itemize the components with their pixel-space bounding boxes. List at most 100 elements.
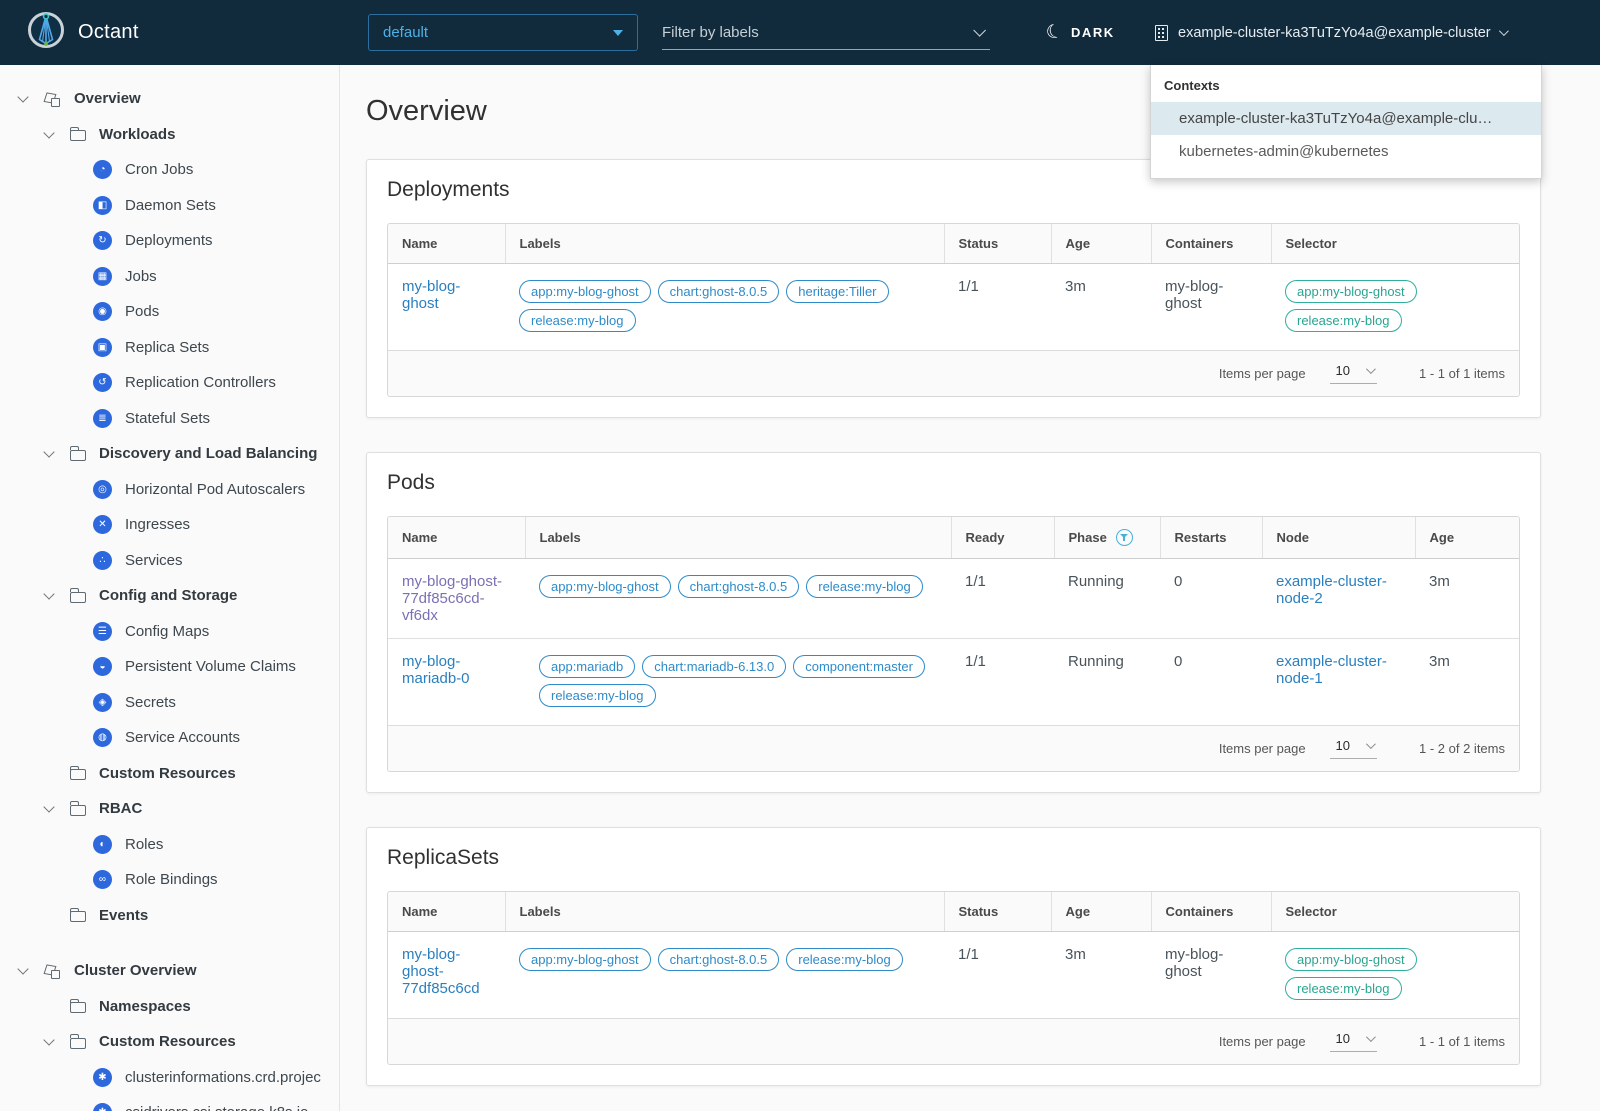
chevron-down-icon xyxy=(1498,26,1509,37)
sidebar-item-discovery-and-load-balancing[interactable]: Discovery and Load Balancing xyxy=(0,436,339,472)
sidebar-item-ingresses[interactable]: ✕ Ingresses xyxy=(0,507,339,543)
sidebar-item-label: Workloads xyxy=(99,125,176,143)
col-header-name: Name xyxy=(388,892,505,932)
filter-funnel-icon[interactable] xyxy=(1115,529,1133,546)
sidebar-item-label: Custom Resources xyxy=(99,1033,236,1051)
pvc-icon: ◒ xyxy=(93,657,112,677)
sidebar-item-label: Deployments xyxy=(125,232,213,250)
items-per-page-select[interactable]: 10 xyxy=(1329,738,1378,759)
contexts-dropdown-title: Contexts xyxy=(1164,78,1220,93)
label-tag: app:my-blog-ghost xyxy=(1285,280,1417,303)
sidebar-item-custom-resources[interactable]: Custom Resources xyxy=(0,756,339,792)
chevron-down-icon[interactable] xyxy=(43,446,55,458)
col-header-restarts: Restarts xyxy=(1159,517,1262,559)
replicaset-link[interactable]: my-blog-ghost-77df85c6cd xyxy=(402,946,480,997)
restarts-cell: 0 xyxy=(1160,558,1262,639)
context-selector[interactable]: example-cluster-ka3TuTzYo4a@example-clus… xyxy=(1155,0,1509,65)
folder-icon xyxy=(69,126,86,142)
sidebar-item-csidrivers-csi-storage-k8s-io[interactable]: ✱ csidrivers.csi.storage.k8s.io xyxy=(0,1095,339,1111)
chevron-down-icon[interactable] xyxy=(43,801,55,813)
pagination-range: 1 - 2 of 2 items xyxy=(1419,741,1505,756)
sidebar-item-config-maps[interactable]: ☰ Config Maps xyxy=(0,614,339,650)
moon-icon: ☾ xyxy=(1043,20,1066,45)
sidebar-item-namespaces[interactable]: Namespaces xyxy=(0,989,339,1025)
sidebar-item-persistent-volume-claims[interactable]: ◒ Persistent Volume Claims xyxy=(0,649,339,685)
label-filter-input[interactable] xyxy=(662,24,973,41)
sidebar-item-workloads[interactable]: Workloads xyxy=(0,117,339,153)
chevron-down-icon[interactable] xyxy=(17,963,29,975)
context-menu-item[interactable]: example-cluster-ka3TuTzYo4a@example-clu… xyxy=(1151,102,1541,135)
sidebar-item-daemon-sets[interactable]: ◧ Daemon Sets xyxy=(0,188,339,224)
sidebar-item-label: Replication Controllers xyxy=(125,374,276,392)
sidebar-item-secrets[interactable]: ◈ Secrets xyxy=(0,685,339,721)
configmap-icon: ☰ xyxy=(93,621,112,641)
sidebar-item-label: Role Bindings xyxy=(125,871,218,889)
selector-cell: app:my-blog-ghost release:my-blog xyxy=(1271,263,1519,350)
folder-icon xyxy=(69,1034,86,1049)
dark-theme-toggle[interactable]: ☾ DARK xyxy=(1043,0,1115,65)
table-footer: Items per page 10 1 - 1 of 1 items xyxy=(388,1018,1519,1064)
sidebar-item-cron-jobs[interactable]: ◔ Cron Jobs xyxy=(0,152,339,188)
table-header-row: Name Labels Ready Phase Restarts Node Ag… xyxy=(388,517,1519,559)
sidebar-item-rbac[interactable]: RBAC xyxy=(0,791,339,827)
chevron-down-icon[interactable] xyxy=(43,127,55,139)
node-link[interactable]: example-cluster-node-1 xyxy=(1276,653,1387,687)
crd-icon: ✱ xyxy=(93,1067,112,1087)
label-tag: release:my-blog xyxy=(539,684,656,707)
labels-cell: app:my-blog-ghost chart:ghost-8.0.5 releas… xyxy=(505,931,944,1018)
items-per-page-label: Items per page xyxy=(1218,741,1306,756)
pod-link[interactable]: my-blog-mariadb-0 xyxy=(402,653,470,687)
sidebar-item-cluster-overview[interactable]: Cluster Overview xyxy=(0,953,339,989)
node-link[interactable]: example-cluster-node-2 xyxy=(1276,573,1387,607)
table-header-row: Name Labels Status Age Containers Select… xyxy=(388,892,1519,932)
pods-card: Pods Name Labels Ready Phase Restarts No… xyxy=(366,452,1541,793)
sidebar-item-label: Custom Resources xyxy=(99,764,236,782)
sidebar-item-stateful-sets[interactable]: ≣ Stateful Sets xyxy=(0,401,339,437)
sidebar-item-service-accounts[interactable]: ◍ Service Accounts xyxy=(0,720,339,756)
items-per-page-label: Items per page xyxy=(1218,366,1306,381)
sidebar-item-config-and-storage[interactable]: Config and Storage xyxy=(0,578,339,614)
sidebar-item-horizontal-pod-autoscalers[interactable]: ◎ Horizontal Pod Autoscalers xyxy=(0,472,339,508)
sidebar-item-label: Cluster Overview xyxy=(74,962,197,980)
items-per-page-select[interactable]: 10 xyxy=(1329,363,1378,384)
cronjob-icon: ◔ xyxy=(93,160,112,180)
sidebar-item-label: csidrivers.csi.storage.k8s.io xyxy=(125,1104,308,1111)
sidebar-item-clusterinformations-crd-projec[interactable]: ✱ clusterinformations.crd.projec xyxy=(0,1060,339,1096)
chevron-down-icon[interactable] xyxy=(43,588,55,600)
sidebar-item-pods[interactable]: ◉ Pods xyxy=(0,294,339,330)
items-per-page-select[interactable]: 10 xyxy=(1329,1031,1378,1052)
chevron-down-icon[interactable] xyxy=(973,24,986,37)
col-header-status: Status xyxy=(943,224,1051,264)
pods-table: Name Labels Ready Phase Restarts Node Ag… xyxy=(388,517,1519,725)
sidebar-item-replica-sets[interactable]: ▣ Replica Sets xyxy=(0,330,339,366)
service-icon: ∴ xyxy=(93,550,112,570)
label-tag: release:my-blog xyxy=(1285,309,1402,332)
sidebar-item-label: Horizontal Pod Autoscalers xyxy=(125,480,306,498)
octant-logo-icon xyxy=(26,10,66,55)
sidebar-item-services[interactable]: ∴ Services xyxy=(0,543,339,579)
deployment-link[interactable]: my-blog-ghost xyxy=(402,278,460,312)
namespace-select-value: default xyxy=(383,24,429,41)
sidebar-item-roles[interactable]: ◐ Roles xyxy=(0,827,339,863)
col-header-labels: Labels xyxy=(504,892,944,932)
namespace-select[interactable]: default xyxy=(368,14,638,51)
serviceaccount-icon: ◍ xyxy=(93,728,112,748)
sidebar-item-label: Secrets xyxy=(125,693,176,711)
items-per-page-value: 10 xyxy=(1335,363,1351,378)
sidebar-item-label: Events xyxy=(99,906,149,924)
context-menu-item[interactable]: kubernetes-admin@kubernetes xyxy=(1151,135,1541,168)
sidebar-item-events[interactable]: Events xyxy=(0,898,339,934)
sidebar-item-role-bindings[interactable]: ∞ Role Bindings xyxy=(0,862,339,898)
pagination-range: 1 - 1 of 1 items xyxy=(1419,366,1505,381)
sidebar-item-overview[interactable]: Overview xyxy=(0,81,339,117)
hpa-icon: ◎ xyxy=(93,479,112,499)
sidebar-item-deployments[interactable]: ↻ Deployments xyxy=(0,223,339,259)
sidebar-item-custom-resources[interactable]: Custom Resources xyxy=(0,1024,339,1060)
folder-icon xyxy=(69,765,86,781)
sidebar-item-replication-controllers[interactable]: ↺ Replication Controllers xyxy=(0,365,339,401)
chevron-down-icon[interactable] xyxy=(17,91,29,103)
sidebar-item-jobs[interactable]: ▦ Jobs xyxy=(0,259,339,295)
app-header: Octant default ☾ DARK example-cluster-ka… xyxy=(0,0,1600,65)
pod-link[interactable]: my-blog-ghost-77df85c6cd-vf6dx xyxy=(402,573,502,624)
chevron-down-icon[interactable] xyxy=(43,1034,55,1046)
